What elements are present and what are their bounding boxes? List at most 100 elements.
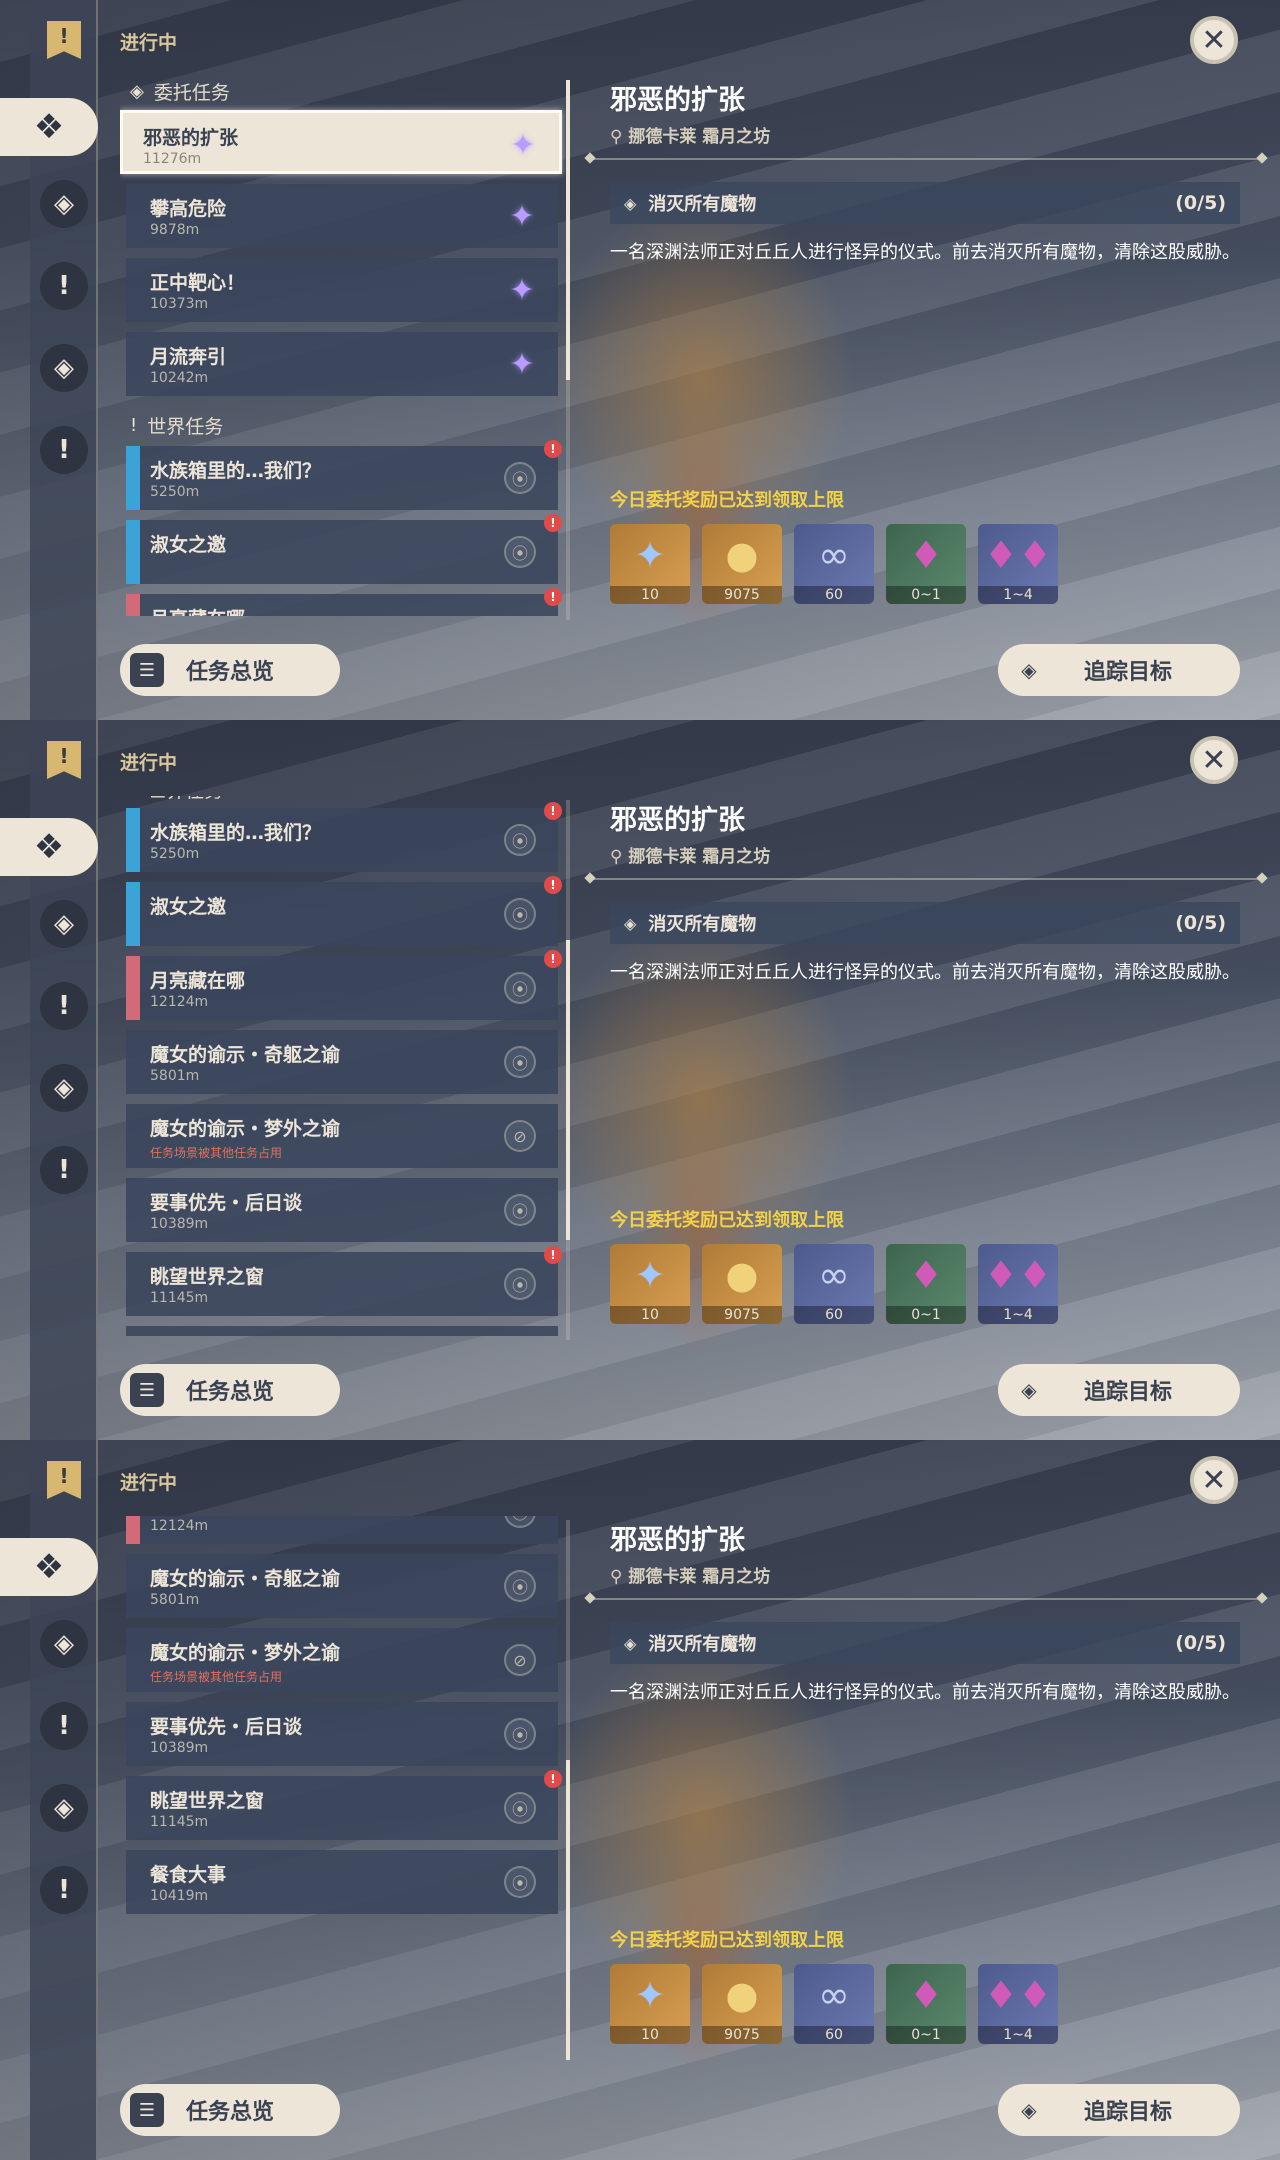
location-pin-icon[interactable]: ⦿	[504, 824, 536, 856]
location-pin-icon[interactable]: ⦿	[504, 1268, 536, 1300]
objective-row: ◈ 消灭所有魔物 (0/5)	[610, 182, 1240, 224]
reward-item[interactable]: ∞ 60	[794, 1244, 874, 1324]
reward-item[interactable]: ● 9075	[702, 1964, 782, 2044]
quest-book-icon[interactable]: !	[44, 18, 84, 62]
screen-3: ! ◈ ! ◈ ! ❖ 进行中 ✕ 月亮藏在哪 12124m ⦿ 魔女的谕示・奇…	[0, 1440, 1280, 2160]
location-pin-icon[interactable]: ⦿	[504, 536, 536, 568]
archon-quest-icon[interactable]: ◈	[40, 1620, 88, 1668]
scrollbar[interactable]	[566, 800, 570, 1340]
overview-button[interactable]: ☰ 任务总览	[120, 2084, 340, 2136]
reward-item[interactable]: ∞ 60	[794, 1964, 874, 2044]
all-quests-tab[interactable]: ❖	[0, 98, 98, 156]
quest-distance: 10389m	[150, 1216, 209, 1232]
reward-item[interactable]: ♦♦ 1~4	[978, 1244, 1058, 1324]
story-quest-icon[interactable]: !	[40, 982, 88, 1030]
quest-item[interactable]: 攀高危险 9878m ✦	[126, 184, 558, 248]
scrollbar-thumb[interactable]	[566, 1760, 570, 2060]
reward-item[interactable]: ✦ 10	[610, 1244, 690, 1324]
quest-item[interactable]: 餐食大事 10419m ⦿	[126, 1850, 558, 1914]
track-button[interactable]: ◈ 追踪目标	[998, 644, 1240, 696]
reward-item[interactable]: ♦♦ 1~4	[978, 1964, 1058, 2044]
location-pin-icon[interactable]: ⦿	[504, 1718, 536, 1750]
track-label: 追踪目标	[1084, 1380, 1173, 1405]
quest-item[interactable]	[126, 1326, 558, 1336]
quest-item[interactable]: 淑女之邀 ⦿ !	[126, 514, 562, 584]
close-button[interactable]: ✕	[1190, 16, 1238, 64]
track-button[interactable]: ◈ 追踪目标	[998, 1364, 1240, 1416]
reward-item[interactable]: ∞ 60	[794, 524, 874, 604]
divider	[586, 878, 1266, 880]
location-pin-icon[interactable]: ⦿	[504, 1516, 536, 1528]
reward-item[interactable]: ● 9075	[702, 1244, 782, 1324]
overview-button[interactable]: ☰ 任务总览	[120, 1364, 340, 1416]
quest-type-stripe	[126, 446, 140, 510]
world-quest-icon[interactable]: !	[40, 426, 88, 474]
adventure-exp-icon: ✦	[634, 1253, 666, 1297]
quest-item[interactable]: 月亮藏在哪 !	[126, 588, 562, 616]
quest-book-icon[interactable]: !	[44, 1458, 84, 1502]
reward-item[interactable]: ✦ 10	[610, 1964, 690, 2044]
quest-item[interactable]: 月流奔引 10242m ✦	[126, 332, 558, 396]
commission-filter-icon[interactable]: ◈	[40, 1784, 88, 1832]
location-pin-icon[interactable]: ⦿	[504, 462, 536, 494]
story-quest-icon[interactable]: !	[40, 1702, 88, 1750]
track-button[interactable]: ◈ 追踪目标	[998, 2084, 1240, 2136]
quest-item[interactable]: 魔女的谕示・奇躯之谕 5801m ⦿	[126, 1030, 558, 1094]
quest-distance: 9878m	[150, 222, 200, 238]
story-quest-icon[interactable]: !	[40, 262, 88, 310]
close-button[interactable]: ✕	[1190, 1456, 1238, 1504]
location-pin-icon[interactable]: ⦿	[504, 1046, 536, 1078]
archon-quest-icon[interactable]: ◈	[40, 180, 88, 228]
quest-list[interactable]: 月亮藏在哪 12124m ⦿ 魔女的谕示・奇躯之谕 5801m ⦿ 魔女的谕示・…	[120, 1516, 570, 2056]
scrollbar[interactable]	[566, 1520, 570, 2060]
mora-icon: ●	[725, 1253, 759, 1297]
alert-badge-icon: !	[544, 876, 562, 894]
quest-item[interactable]: 月亮藏在哪 12124m ⦿ !	[126, 950, 562, 1020]
quest-item-selected[interactable]: 邪恶的扩张 11276m ✦	[120, 110, 562, 174]
quest-item[interactable]: 淑女之邀 ⦿ !	[126, 876, 562, 946]
archon-quest-icon[interactable]: ◈	[40, 900, 88, 948]
commission-filter-icon[interactable]: ◈	[40, 1064, 88, 1112]
location-pin-icon[interactable]: ⦿	[504, 898, 536, 930]
quest-location: ⚲ 挪德卡莱 霜月之坊	[610, 122, 770, 147]
reward-item[interactable]: ✦ 10	[610, 524, 690, 604]
world-quest-icon[interactable]: !	[40, 1866, 88, 1914]
overview-button[interactable]: ☰ 任务总览	[120, 644, 340, 696]
quest-item[interactable]: 水族箱里的…我们？ 5250m ⦿ !	[126, 440, 562, 510]
reward-item[interactable]: ♦ 0~1	[886, 524, 966, 604]
quest-item[interactable]: 眺望世界之窗 11145m ⦿ !	[126, 1770, 562, 1840]
overview-label: 任务总览	[186, 660, 275, 685]
scrollbar-thumb[interactable]	[566, 80, 570, 380]
location-pin-icon[interactable]: ⦿	[504, 1194, 536, 1226]
location-pin-icon[interactable]: ⦿	[504, 972, 536, 1004]
exclamation-icon: !	[130, 414, 138, 436]
quest-list[interactable]: ◈ 委托任务 邪恶的扩张 11276m ✦ 攀高危险 9878m ✦ 正中靶心！…	[120, 76, 570, 616]
reward-item[interactable]: ♦ 0~1	[886, 1964, 966, 2044]
quest-item[interactable]: 正中靶心！ 10373m ✦	[126, 258, 558, 322]
reward-item[interactable]: ♦ 0~1	[886, 1244, 966, 1324]
location-pin-icon[interactable]: ⦿	[504, 1866, 536, 1898]
quest-book-icon[interactable]: !	[44, 738, 84, 782]
quest-item[interactable]: 魔女的谕示・梦外之谕 任务场景被其他任务占用 ⊘	[126, 1628, 558, 1692]
reward-item[interactable]: ♦♦ 1~4	[978, 524, 1058, 604]
all-quests-tab[interactable]: ❖	[0, 818, 98, 876]
scrollbar-thumb[interactable]	[566, 940, 570, 1240]
location-pin-icon[interactable]: ⦿	[504, 1570, 536, 1602]
quest-item[interactable]: 要事优先・后日谈 10389m ⦿	[126, 1178, 558, 1242]
reward-item[interactable]: ● 9075	[702, 524, 782, 604]
commission-star-icon: ✦	[509, 346, 535, 382]
quest-distance: 11145m	[150, 1814, 209, 1830]
quest-list[interactable]: ! 世界任务 水族箱里的…我们？ 5250m ⦿ ! 淑女之邀 ⦿ ! 月亮藏在…	[120, 796, 570, 1336]
quest-item[interactable]: 水族箱里的…我们？ 5250m ⦿ !	[126, 802, 562, 872]
quest-item[interactable]: 要事优先・后日谈 10389m ⦿	[126, 1702, 558, 1766]
scrollbar[interactable]	[566, 80, 570, 620]
location-pin-icon[interactable]: ⦿	[504, 1792, 536, 1824]
close-button[interactable]: ✕	[1190, 736, 1238, 784]
quest-item[interactable]: 魔女的谕示・梦外之谕 任务场景被其他任务占用 ⊘	[126, 1104, 558, 1168]
quest-item[interactable]: 月亮藏在哪 12124m ⦿	[126, 1516, 558, 1544]
world-quest-icon[interactable]: !	[40, 1146, 88, 1194]
quest-item[interactable]: 眺望世界之窗 11145m ⦿ !	[126, 1246, 562, 1316]
quest-item[interactable]: 魔女的谕示・奇躯之谕 5801m ⦿	[126, 1554, 558, 1618]
commission-filter-icon[interactable]: ◈	[40, 344, 88, 392]
all-quests-tab[interactable]: ❖	[0, 1538, 98, 1596]
